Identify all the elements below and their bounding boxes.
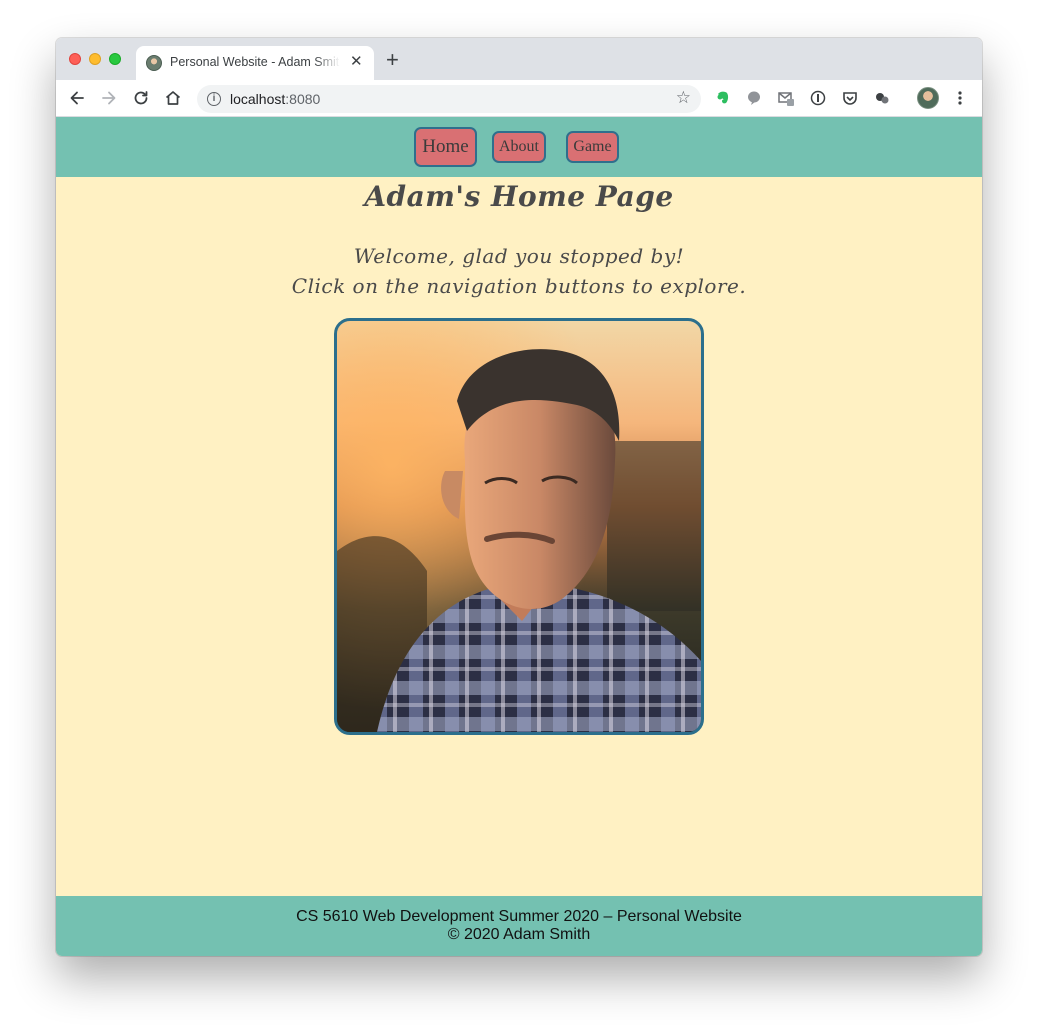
nav-home-button[interactable]: Home (414, 127, 477, 167)
speech-bubble-extension-icon[interactable] (746, 90, 762, 106)
window-close-button[interactable] (69, 53, 81, 65)
home-icon[interactable] (163, 88, 183, 108)
welcome-line-1: Welcome, glad you stopped by! (353, 244, 685, 268)
favicon-icon (146, 55, 162, 71)
extension-icon[interactable] (874, 90, 890, 106)
forward-icon[interactable] (99, 88, 119, 108)
site-info-icon[interactable]: i (207, 92, 221, 106)
profile-avatar[interactable] (917, 87, 939, 109)
page-viewport: Home About Game Adam's Home Page Welcome… (56, 117, 982, 956)
reload-icon[interactable] (131, 88, 151, 108)
bookmark-star-icon[interactable]: ☆ (676, 88, 691, 108)
footer-copyright: © 2020 Adam Smith (447, 926, 591, 943)
browser-tab[interactable]: Personal Website - Adam Smith ✕ (136, 46, 374, 80)
url-text: localhost:8080 (230, 91, 321, 107)
site-navbar: Home About Game (56, 117, 982, 177)
more-menu-icon[interactable] (952, 90, 968, 106)
welcome-message: Welcome, glad you stopped by! Click on t… (56, 241, 982, 301)
new-tab-button[interactable]: + (386, 49, 399, 71)
tab-title: Personal Website - Adam Smith (170, 55, 340, 69)
pocket-extension-icon[interactable] (842, 90, 858, 106)
nav-game-button[interactable]: Game (566, 131, 619, 163)
back-icon[interactable] (67, 88, 87, 108)
site-footer: CS 5610 Web Development Summer 2020 – Pe… (56, 896, 982, 956)
evernote-extension-icon[interactable] (715, 90, 731, 106)
browser-toolbar: i localhost:8080 ☆ (56, 80, 982, 117)
nav-about-button[interactable]: About (492, 131, 546, 163)
gmail-extension-icon[interactable] (778, 90, 794, 106)
profile-photo (334, 318, 704, 735)
page-title: Adam's Home Page (364, 180, 674, 213)
window-minimize-button[interactable] (89, 53, 101, 65)
password-manager-extension-icon[interactable] (810, 90, 826, 106)
address-bar[interactable]: i localhost:8080 ☆ (197, 85, 701, 113)
tab-strip: Personal Website - Adam Smith ✕ + (56, 38, 982, 80)
window-maximize-button[interactable] (109, 53, 121, 65)
welcome-line-2: Click on the navigation buttons to explo… (291, 274, 747, 298)
footer-course-line: CS 5610 Web Development Summer 2020 – Pe… (296, 908, 742, 925)
tab-close-icon[interactable]: ✕ (350, 54, 363, 70)
browser-window: Personal Website - Adam Smith ✕ + i loca… (56, 38, 982, 956)
